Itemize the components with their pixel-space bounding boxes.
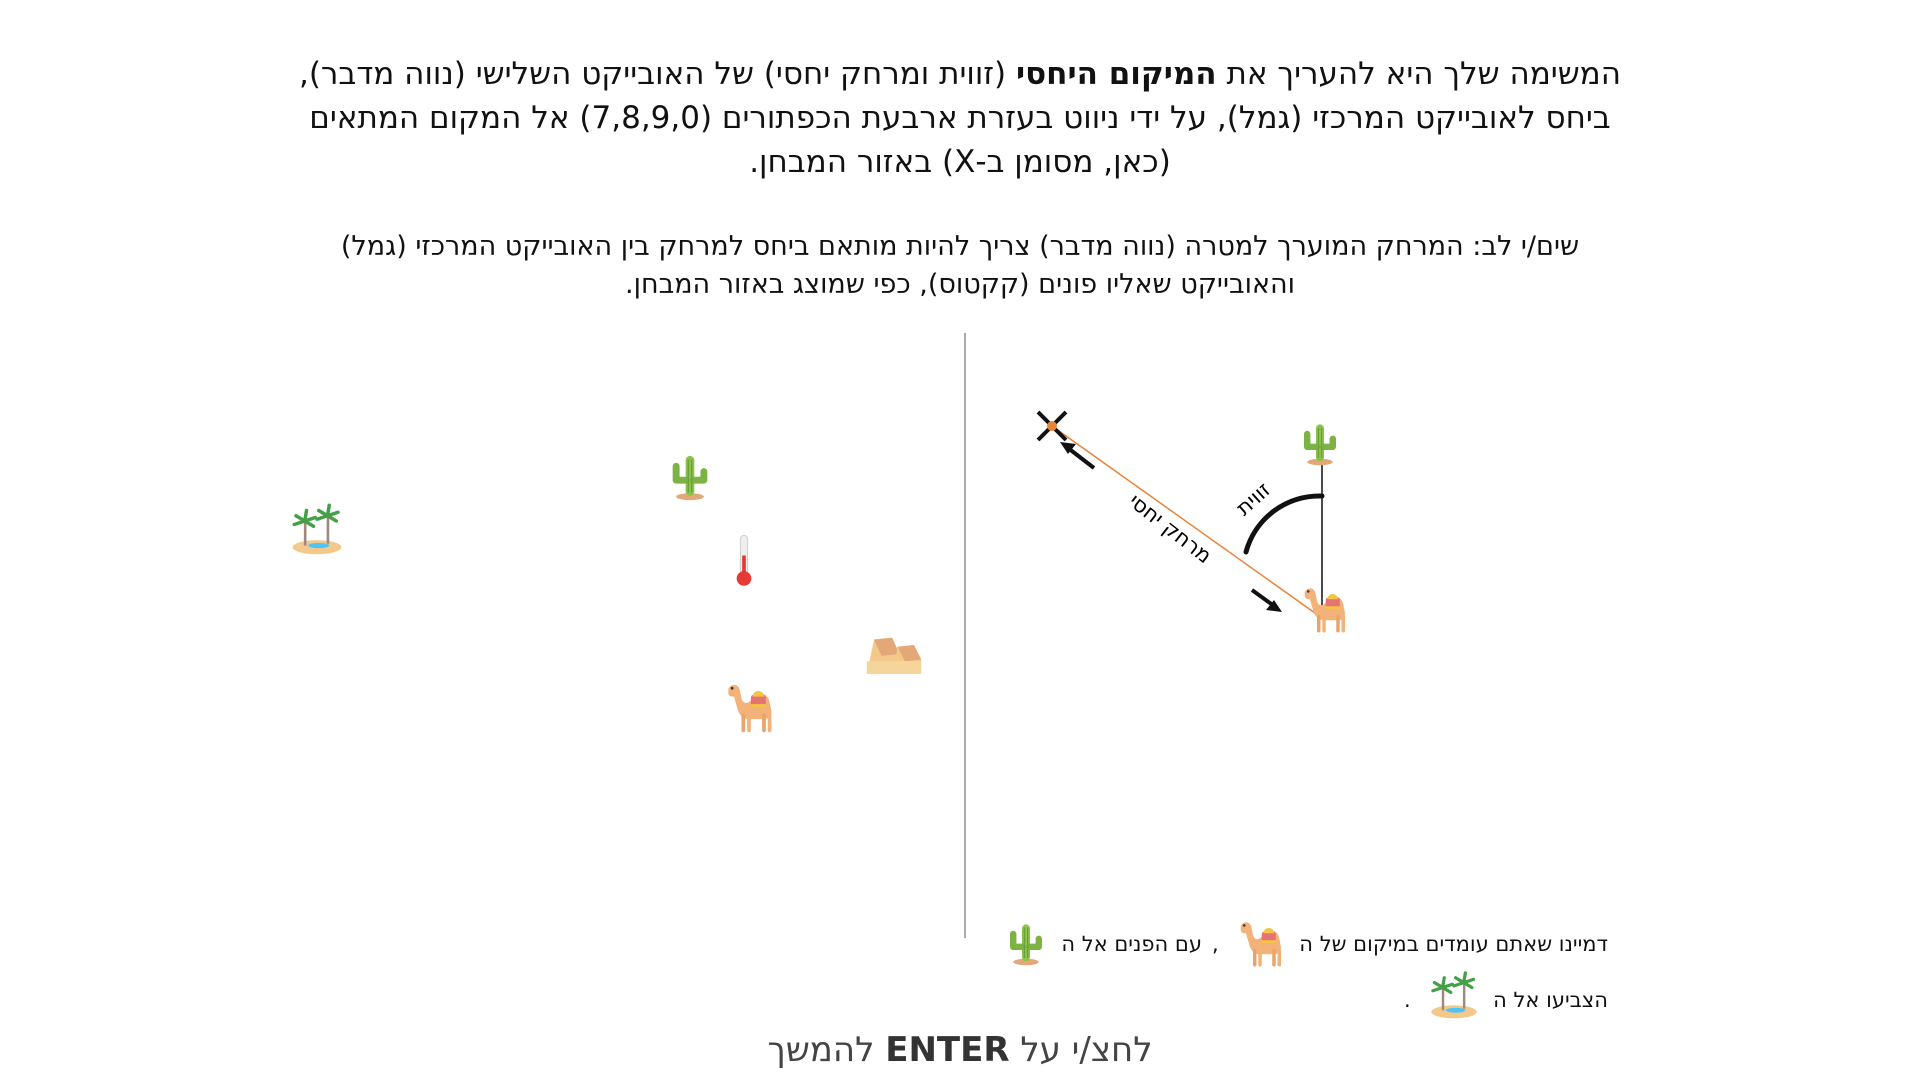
thermometer-icon [733, 532, 755, 590]
cactus-icon [664, 446, 716, 504]
camel-icon [719, 676, 779, 736]
cactus-icon [1296, 414, 1344, 470]
caption-period: . [1404, 988, 1411, 1012]
caption-point: הצביעו אל ה [1493, 988, 1608, 1012]
x-mark-icon [1036, 410, 1068, 442]
arrow-icon [1060, 442, 1096, 470]
example-diagram: זווית מרחק יחסי [1036, 410, 1325, 619]
enter-key-label: ENTER [885, 1030, 1010, 1070]
cactus-icon [1002, 914, 1050, 970]
oasis-icon [287, 500, 347, 556]
arrow-icon [1250, 588, 1282, 612]
footer-prefix: לחצ/י על [1020, 1030, 1153, 1070]
continue-prompt: לחצ/י על ENTER להמשך [660, 1030, 1260, 1070]
footer-suffix: להמשך [767, 1030, 875, 1070]
camel-icon [1232, 914, 1288, 970]
divider [964, 333, 966, 938]
camel-icon [1296, 580, 1352, 636]
caption-stand: דמיינו שאתם עומדים במיקום של ה [1299, 932, 1608, 956]
distance-label: מרחק יחסי [1124, 489, 1216, 568]
instructions-line1: המשימה שלך היא להעריך את [1226, 56, 1621, 92]
distance-line [1051, 425, 1323, 619]
instructions-text: המשימה שלך היא להעריך את המיקום היחסי (ז… [290, 52, 1630, 184]
caption-facing: עם הפנים אל ה [1061, 932, 1202, 956]
sand-dunes-icon [865, 632, 923, 676]
instructions-note: שים/י לב: המרחק המוערך למטרה (נווה מדבר)… [340, 231, 1580, 300]
oasis-icon [1426, 968, 1482, 1020]
caption-separator: , [1212, 932, 1219, 956]
instructions-bold: המיקום היחסי [1015, 56, 1217, 92]
